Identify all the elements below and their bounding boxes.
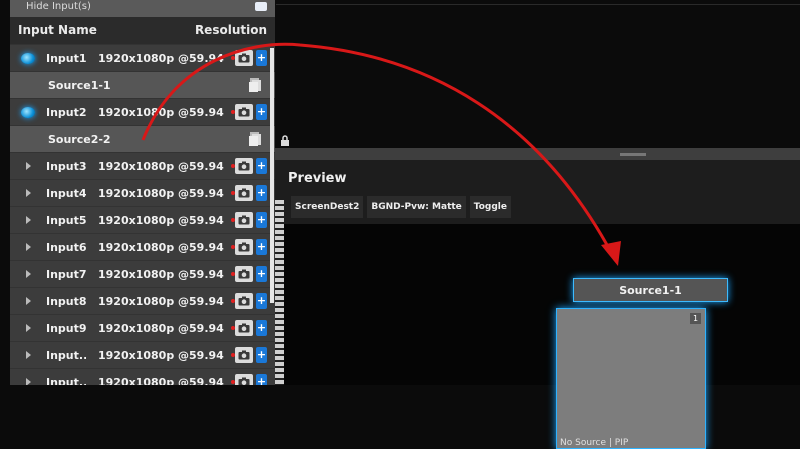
layer-number-badge: 1	[690, 313, 701, 324]
input-resolution: 1920x1080p @59.94	[98, 294, 224, 308]
input-name: Input...	[46, 375, 86, 386]
expand-arrow-icon[interactable]	[10, 216, 46, 224]
camera-icon[interactable]	[235, 50, 253, 66]
resize-handle[interactable]	[620, 153, 646, 156]
source-drop-target[interactable]: Source1-1	[573, 278, 728, 302]
input-row[interactable]: Input8 1920x1080p @59.94 +	[10, 287, 275, 314]
input-resolution: 1920x1080p @59.94	[98, 186, 224, 200]
input-resolution: 1920x1080p @59.94	[98, 51, 224, 65]
panel-divider[interactable]	[275, 148, 800, 160]
input-list-panel: Hide Input(s) Input Name Resolution Inpu…	[10, 0, 275, 385]
add-icon[interactable]: +	[256, 158, 267, 174]
add-icon[interactable]: +	[256, 239, 267, 255]
hide-inputs-label: Hide Input(s)	[26, 1, 91, 12]
input-row[interactable]: Input4 1920x1080p @59.94 +	[10, 179, 275, 206]
expand-arrow-icon[interactable]	[10, 351, 46, 359]
source-name: Source2-2	[48, 132, 111, 146]
input-row[interactable]: Input... 1920x1080p @59.94 +	[10, 341, 275, 368]
input-row[interactable]: Input... 1920x1080p @59.94 +	[10, 368, 275, 385]
input-resolution: 1920x1080p @59.94	[98, 348, 224, 362]
input-resolution: 1920x1080p @59.94	[98, 321, 224, 335]
preview-panel: Preview ScreenDest2 BGND-Pvw: Matte Togg…	[275, 160, 800, 449]
top-panel-border	[276, 4, 800, 5]
input-name: Input7	[46, 267, 86, 281]
camera-icon[interactable]	[235, 185, 253, 201]
preview-tabs: ScreenDest2 BGND-Pvw: Matte Toggle	[291, 196, 511, 218]
lock-icon[interactable]	[279, 135, 291, 147]
toggle-icon[interactable]	[255, 2, 267, 11]
input-name: Input1	[46, 51, 86, 65]
add-icon[interactable]: +	[256, 266, 267, 282]
input-name: Input8	[46, 294, 86, 308]
input-row[interactable]: Input9 1920x1080p @59.94 +	[10, 314, 275, 341]
input-name: Input5	[46, 213, 86, 227]
add-icon[interactable]: +	[256, 50, 267, 66]
expand-arrow-icon[interactable]	[10, 162, 46, 170]
tab-toggle[interactable]: Toggle	[469, 196, 511, 218]
source-row[interactable]: Source1-1	[10, 71, 275, 98]
active-indicator[interactable]	[10, 106, 46, 118]
pip-layer-window[interactable]: 1 No Source | PIP	[556, 308, 706, 449]
layers-icon[interactable]	[248, 131, 262, 147]
camera-icon[interactable]	[235, 104, 253, 120]
input-resolution: 1920x1080p @59.94	[98, 159, 224, 173]
expand-arrow-icon[interactable]	[10, 324, 46, 332]
expand-arrow-icon[interactable]	[10, 297, 46, 305]
add-icon[interactable]: +	[256, 293, 267, 309]
input-name: Input4	[46, 186, 86, 200]
input-row[interactable]: Input2 1920x1080p @59.94 +	[10, 98, 275, 125]
input-name: Input3	[46, 159, 86, 173]
input-row[interactable]: Input7 1920x1080p @59.94 +	[10, 260, 275, 287]
expand-arrow-icon[interactable]	[10, 189, 46, 197]
camera-icon[interactable]	[235, 158, 253, 174]
input-row[interactable]: Input1 1920x1080p @59.94 +	[10, 44, 275, 71]
input-row[interactable]: Input3 1920x1080p @59.94 +	[10, 152, 275, 179]
tab-screendest2[interactable]: ScreenDest2	[291, 196, 364, 218]
camera-icon[interactable]	[235, 347, 253, 363]
expand-arrow-icon[interactable]	[10, 378, 46, 385]
column-resolution: Resolution	[194, 23, 267, 37]
add-icon[interactable]: +	[256, 212, 267, 228]
layer-status-text: No Source | PIP	[560, 438, 629, 448]
input-row[interactable]: Input6 1920x1080p @59.94 +	[10, 233, 275, 260]
input-name: Input2	[46, 105, 86, 119]
preview-ruler	[275, 200, 284, 385]
camera-icon[interactable]	[235, 320, 253, 336]
preview-canvas[interactable]: 1 No Source | PIP	[284, 224, 800, 449]
input-resolution: 1920x1080p @59.94	[98, 213, 224, 227]
input-resolution: 1920x1080p @59.94	[98, 240, 224, 254]
input-list: Input1 1920x1080p @59.94 + Source1-1 Input2 1…	[10, 44, 275, 385]
camera-icon[interactable]	[235, 374, 253, 385]
camera-icon[interactable]	[235, 212, 253, 228]
camera-icon[interactable]	[235, 266, 253, 282]
input-resolution: 1920x1080p @59.94	[98, 267, 224, 281]
input-resolution: 1920x1080p @59.94	[98, 375, 224, 386]
input-resolution: 1920x1080p @59.94	[98, 105, 224, 119]
source-name: Source1-1	[48, 78, 111, 92]
input-name: Input...	[46, 348, 86, 362]
source-row[interactable]: Source2-2	[10, 125, 275, 152]
tab-bgnd-pvw-matte[interactable]: BGND-Pvw: Matte	[367, 196, 466, 218]
hide-inputs-bar[interactable]: Hide Input(s)	[10, 0, 275, 17]
column-input-name: Input Name	[18, 23, 97, 37]
camera-icon[interactable]	[235, 239, 253, 255]
input-row[interactable]: Input5 1920x1080p @59.94 +	[10, 206, 275, 233]
camera-icon[interactable]	[235, 293, 253, 309]
input-name: Input6	[46, 240, 86, 254]
layers-icon[interactable]	[248, 77, 262, 93]
active-indicator[interactable]	[10, 52, 46, 64]
expand-arrow-icon[interactable]	[10, 243, 46, 251]
input-name: Input9	[46, 321, 86, 335]
preview-title: Preview	[288, 171, 347, 186]
input-list-header: Input Name Resolution	[10, 17, 275, 44]
input-list-scrollbar[interactable]	[270, 48, 274, 303]
add-icon[interactable]: +	[256, 185, 267, 201]
add-icon[interactable]: +	[256, 104, 267, 120]
add-icon[interactable]: +	[256, 320, 267, 336]
expand-arrow-icon[interactable]	[10, 270, 46, 278]
add-icon[interactable]: +	[256, 347, 267, 363]
add-icon[interactable]: +	[256, 374, 267, 385]
